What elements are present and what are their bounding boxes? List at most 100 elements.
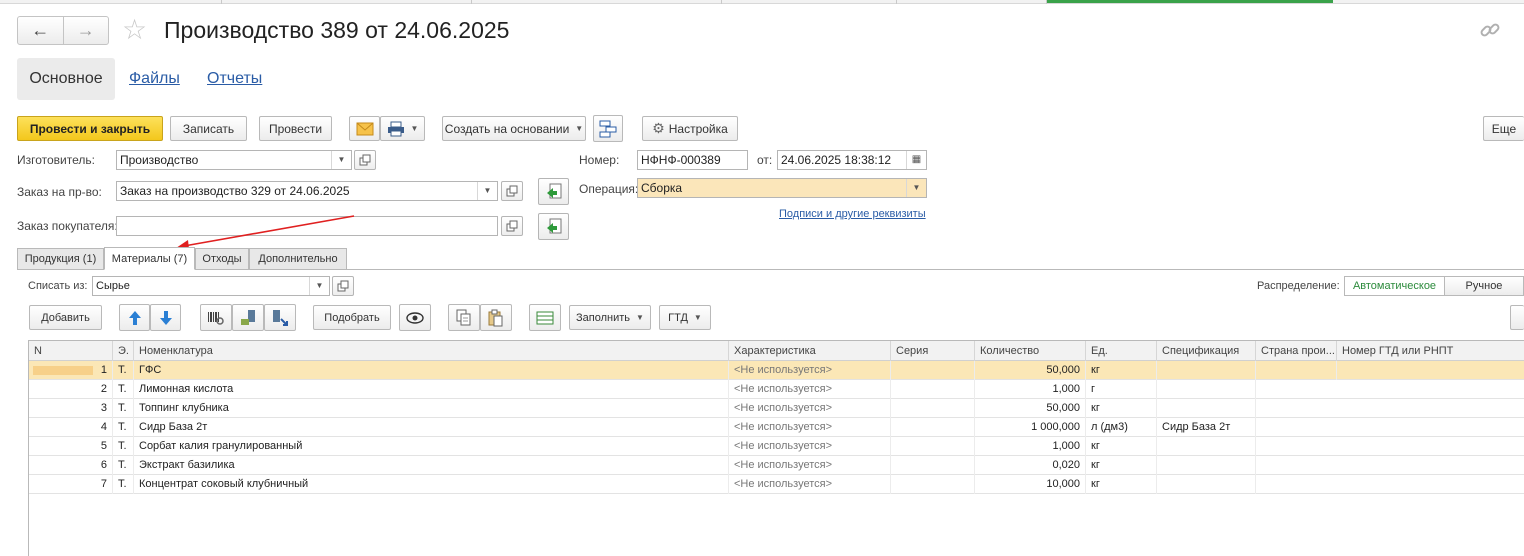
paste-rows-button[interactable] xyxy=(480,304,512,331)
scanner-icon xyxy=(241,309,255,325)
cell-n: 5 xyxy=(29,437,113,456)
cell-nomenclature: Сидр База 2т xyxy=(134,418,729,437)
gtd-button[interactable]: ГТД ▼ xyxy=(659,305,711,330)
customer-order-open-button[interactable] xyxy=(501,216,523,236)
col-nomenclature[interactable]: Номенклатура xyxy=(134,341,729,361)
col-series[interactable]: Серия xyxy=(891,341,975,361)
more-button[interactable]: Еще xyxy=(1483,116,1524,141)
arrow-down-icon xyxy=(159,310,172,325)
col-unit[interactable]: Ед. xyxy=(1086,341,1157,361)
number-field[interactable]: НФНФ-000389 xyxy=(637,150,748,170)
col-specification[interactable]: Спецификация xyxy=(1157,341,1256,361)
fill-from-customer-order-button[interactable] xyxy=(538,213,569,240)
col-country[interactable]: Страна прои... xyxy=(1256,341,1337,361)
chevron-down-icon[interactable]: ▼ xyxy=(477,182,497,200)
number-label: Номер: xyxy=(579,153,620,167)
cell-e: Т. xyxy=(113,437,134,456)
writeoff-open-button[interactable] xyxy=(332,276,354,296)
production-order-field[interactable]: Заказ на производство 329 от 24.06.2025 … xyxy=(116,181,498,201)
cell-n: 2 xyxy=(29,380,113,399)
settings-button[interactable]: ⚙ Настройка xyxy=(642,116,738,141)
data-collection-button[interactable] xyxy=(264,304,296,331)
tab-additional[interactable]: Дополнительно xyxy=(249,248,347,270)
save-button[interactable]: Записать xyxy=(170,116,247,141)
open-icon xyxy=(506,185,518,197)
manufacturer-field[interactable]: Производство ▼ xyxy=(116,150,352,170)
manufacturer-value: Производство xyxy=(120,153,199,167)
chevron-down-icon[interactable]: ▼ xyxy=(331,151,351,169)
arrow-left-icon: ← xyxy=(31,20,50,40)
table-fill-button[interactable] xyxy=(529,304,561,331)
back-button[interactable]: ← xyxy=(18,17,63,44)
print-button[interactable]: ▼ xyxy=(380,116,425,141)
section-files-link[interactable]: Файлы xyxy=(129,70,180,88)
history-nav: ← → xyxy=(17,16,109,45)
production-order-open-button[interactable] xyxy=(501,181,523,201)
section-reports-link[interactable]: Отчеты xyxy=(207,70,262,88)
link-icon[interactable] xyxy=(1479,19,1501,44)
copy-rows-button[interactable] xyxy=(448,304,480,331)
move-up-button[interactable] xyxy=(119,304,150,331)
chevron-down-icon[interactable]: ▼ xyxy=(906,179,926,197)
date-field[interactable]: 24.06.2025 18:38:12 ▦ xyxy=(777,150,927,170)
calendar-icon[interactable]: ▦ xyxy=(906,151,926,169)
table-row[interactable]: 2 Т. Лимонная кислота <Не используется> … xyxy=(29,380,1524,399)
page-title: Производство 389 от 24.06.2025 xyxy=(164,17,510,43)
col-gtd[interactable]: Номер ГТД или РНПТ xyxy=(1337,341,1524,361)
col-quantity[interactable]: Количество xyxy=(975,341,1086,361)
email-button[interactable] xyxy=(349,116,380,141)
copy-icon xyxy=(456,309,471,325)
fill-from-order-button[interactable] xyxy=(538,178,569,205)
manufacturer-open-button[interactable] xyxy=(354,150,376,170)
distribution-manual-option[interactable]: Ручное xyxy=(1445,277,1523,295)
more-table-button[interactable] xyxy=(1510,305,1524,330)
col-characteristic[interactable]: Характеристика xyxy=(729,341,891,361)
cell-n: 1 xyxy=(29,361,113,380)
fill-from-document-icon xyxy=(546,218,561,233)
cell-n: 4 xyxy=(29,418,113,437)
operation-field[interactable]: Сборка ▼ xyxy=(637,178,927,198)
fill-button[interactable]: Заполнить ▼ xyxy=(569,305,651,330)
window-tabs-strip xyxy=(0,0,1524,4)
tab-products[interactable]: Продукция (1) xyxy=(17,248,104,270)
barcode-search-button[interactable] xyxy=(200,304,232,331)
cell-unit: кг xyxy=(1086,475,1157,494)
post-button[interactable]: Провести xyxy=(259,116,332,141)
table-row[interactable]: 6 Т. Экстракт базилика <Не используется>… xyxy=(29,456,1524,475)
pick-button[interactable]: Подобрать xyxy=(313,305,391,330)
cell-characteristic: <Не используется> xyxy=(729,437,891,456)
post-and-close-button[interactable]: Провести и закрыть xyxy=(17,116,163,141)
tab-materials[interactable]: Материалы (7) xyxy=(104,247,195,270)
preview-button[interactable] xyxy=(399,304,431,331)
cell-specification xyxy=(1157,361,1256,380)
forward-button[interactable]: → xyxy=(62,17,109,44)
chevron-down-icon[interactable]: ▼ xyxy=(309,277,329,295)
cell-unit: кг xyxy=(1086,361,1157,380)
gtd-label: ГТД xyxy=(668,311,688,324)
scanner-button[interactable] xyxy=(232,304,264,331)
hierarchy-icon xyxy=(599,120,617,137)
table-row[interactable]: 1 Т. ГФС <Не используется> 50,000 кг xyxy=(29,361,1524,380)
move-down-button[interactable] xyxy=(150,304,181,331)
chevron-down-icon: ▼ xyxy=(410,124,419,133)
cell-n: 6 xyxy=(29,456,113,475)
favorite-star-icon[interactable]: ☆ xyxy=(122,15,147,45)
table-row[interactable]: 7 Т. Концентрат соковый клубничный <Не и… xyxy=(29,475,1524,494)
table-row[interactable]: 3 Т. Топпинг клубника <Не используется> … xyxy=(29,399,1524,418)
writeoff-field[interactable]: Сырье ▼ xyxy=(92,276,330,296)
tab-waste[interactable]: Отходы xyxy=(195,248,249,270)
cell-specification xyxy=(1157,380,1256,399)
table-row[interactable]: 4 Т. Сидр База 2т <Не используется> 1 00… xyxy=(29,418,1524,437)
signatures-link[interactable]: Подписи и другие реквизиты xyxy=(779,208,926,220)
col-e[interactable]: Э. xyxy=(113,341,134,361)
section-main[interactable]: Основное xyxy=(17,58,115,100)
create-based-on-button[interactable]: Создать на основании ▼ xyxy=(442,116,586,141)
col-n[interactable]: N xyxy=(29,341,113,361)
add-row-button[interactable]: Добавить xyxy=(29,305,102,330)
distribution-auto-option[interactable]: Автоматическое xyxy=(1345,277,1445,295)
cell-specification: Сидр База 2т xyxy=(1157,418,1256,437)
envelope-icon xyxy=(356,122,373,135)
cell-series xyxy=(891,437,975,456)
structure-button[interactable] xyxy=(593,115,623,142)
table-row[interactable]: 5 Т. Сорбат калия гранулированный <Не ис… xyxy=(29,437,1524,456)
